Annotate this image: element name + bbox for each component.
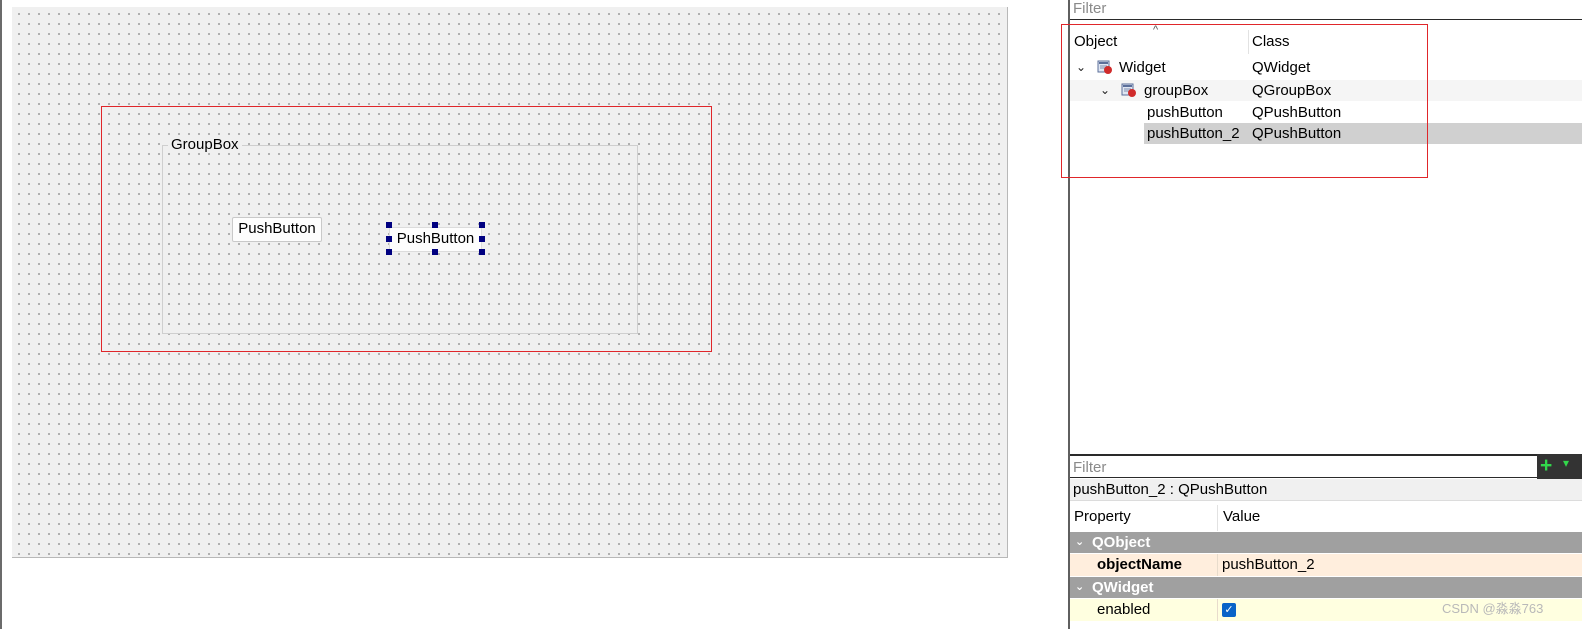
left-edge-line xyxy=(0,0,2,629)
category-label: QWidget xyxy=(1092,579,1154,596)
chevron-down-icon[interactable]: ⌄ xyxy=(1075,577,1084,598)
property-object-title: pushButton_2 : QPushButton xyxy=(1070,479,1582,501)
enabled-checkbox[interactable]: ✓ xyxy=(1222,603,1236,617)
column-header-value[interactable]: Value xyxy=(1223,508,1260,525)
property-name: enabled xyxy=(1097,601,1151,618)
highlight-box-designer xyxy=(101,106,712,352)
object-filter-input[interactable]: Filter xyxy=(1070,0,1582,20)
add-property-button[interactable]: + ▾ xyxy=(1537,454,1582,479)
column-divider xyxy=(1217,554,1218,576)
watermark-text: CSDN @淼淼763 xyxy=(1442,601,1544,616)
category-label: QObject xyxy=(1092,534,1151,551)
property-table-header: Property Value xyxy=(1070,503,1582,531)
property-row-objectname[interactable]: objectName pushButton_2 xyxy=(1070,554,1582,576)
category-row-qwidget[interactable]: ⌄ QWidget xyxy=(1070,577,1582,598)
plus-icon: + xyxy=(1540,454,1553,477)
property-name: objectName xyxy=(1097,556,1183,573)
column-divider xyxy=(1217,599,1218,621)
chevron-down-icon[interactable]: ⌄ xyxy=(1075,532,1084,553)
property-filter-input[interactable]: Filter xyxy=(1070,454,1537,478)
dropdown-arrow-icon: ▾ xyxy=(1563,456,1570,470)
highlight-box-tree xyxy=(1061,24,1428,178)
column-header-property[interactable]: Property xyxy=(1074,508,1131,525)
category-row-qobject[interactable]: ⌄ QObject xyxy=(1070,532,1582,553)
property-value-input[interactable]: pushButton_2 xyxy=(1222,554,1315,576)
column-divider xyxy=(1217,505,1218,531)
